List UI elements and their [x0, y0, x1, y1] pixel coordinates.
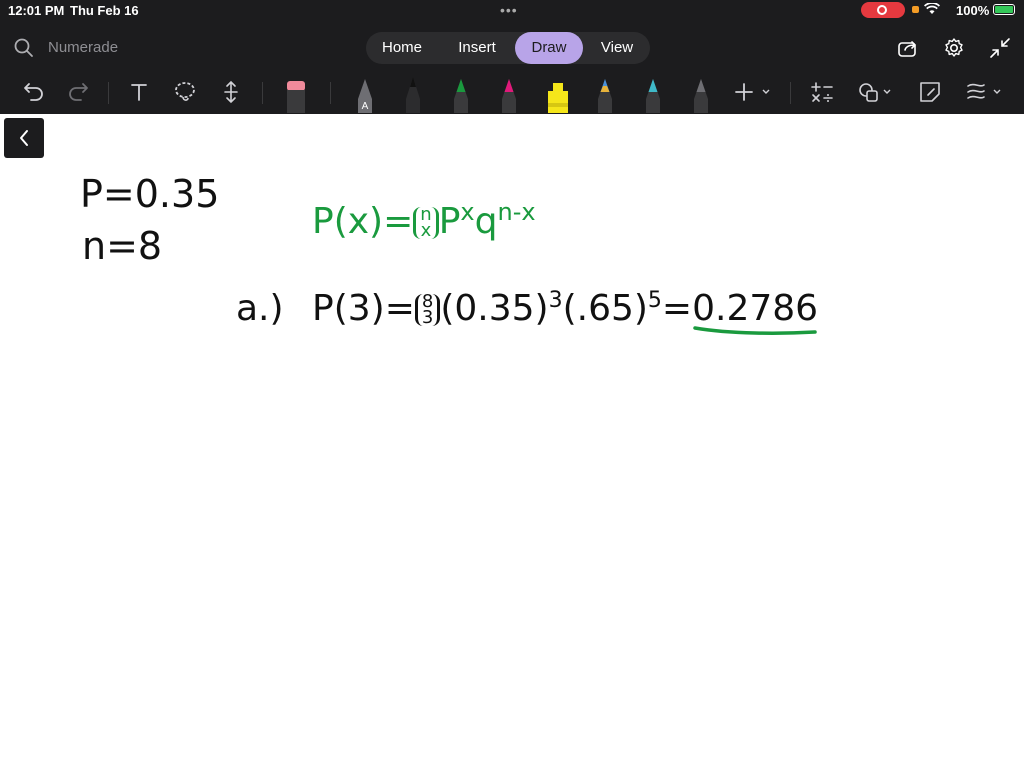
status-time: 12:01 PM	[8, 3, 65, 18]
share-icon[interactable]	[897, 37, 919, 59]
app-header: 12:01 PM Thu Feb 16 ••• 100% Numerade Ho…	[0, 0, 1024, 114]
battery-icon	[993, 4, 1015, 15]
settings-gear-icon[interactable]	[943, 37, 965, 59]
math-icon[interactable]	[808, 78, 836, 106]
collapse-arrows-icon[interactable]	[989, 37, 1011, 59]
ink-to-text-icon[interactable]	[962, 78, 1006, 106]
ribbon-tabs: Home Insert Draw View	[366, 32, 650, 64]
battery-percent: 100%	[956, 3, 990, 18]
undo-icon[interactable]	[20, 78, 48, 106]
pen-gray-icon[interactable]	[691, 73, 711, 113]
add-pen-icon[interactable]	[733, 78, 773, 106]
search-placeholder: Numerade	[48, 39, 119, 56]
answer-underline	[693, 326, 817, 335]
given-n: n=8	[82, 224, 163, 268]
draw-toolbar: A	[0, 70, 1024, 114]
eraser-icon[interactable]	[286, 73, 306, 113]
part-a-label: a.)	[236, 288, 284, 329]
pen-black-icon[interactable]	[403, 73, 423, 113]
status-date: Thu Feb 16	[70, 3, 139, 18]
wifi-icon	[923, 2, 941, 18]
shapes-icon[interactable]	[856, 78, 896, 106]
tab-draw[interactable]: Draw	[515, 32, 583, 64]
tab-insert[interactable]: Insert	[442, 32, 512, 64]
tab-view[interactable]: View	[586, 32, 648, 64]
pen-green-icon[interactable]	[451, 73, 471, 113]
pen-magenta-icon[interactable]	[499, 73, 519, 113]
drawing-canvas[interactable]: P=0.35 n=8 P(x)= n x Pxqn-x a.) P(3)= 8 3 (0.3…	[0, 114, 1024, 768]
screen-recording-indicator[interactable]	[861, 2, 905, 18]
lasso-tool-icon[interactable]	[171, 78, 199, 106]
sticky-note-icon[interactable]	[916, 78, 944, 106]
svg-text:A: A	[362, 101, 369, 112]
mic-indicator	[912, 6, 919, 13]
multitasking-dots[interactable]: •••	[500, 2, 518, 18]
highlighter-yellow-icon[interactable]	[545, 73, 571, 113]
pen-a-icon[interactable]: A	[355, 73, 375, 113]
insert-space-icon[interactable]	[217, 78, 245, 106]
text-tool-icon[interactable]	[125, 78, 153, 106]
binomial-formula: P(x)= n x Pxqn-x	[312, 198, 536, 242]
redo-icon[interactable]	[64, 78, 92, 106]
pen-teal-icon[interactable]	[643, 73, 663, 113]
tab-home[interactable]: Home	[366, 32, 438, 64]
search-icon	[14, 38, 33, 57]
pen-multicolor-icon[interactable]	[595, 73, 615, 113]
given-p: P=0.35	[80, 172, 220, 216]
status-bar: 12:01 PM Thu Feb 16 ••• 100%	[0, 0, 1024, 22]
